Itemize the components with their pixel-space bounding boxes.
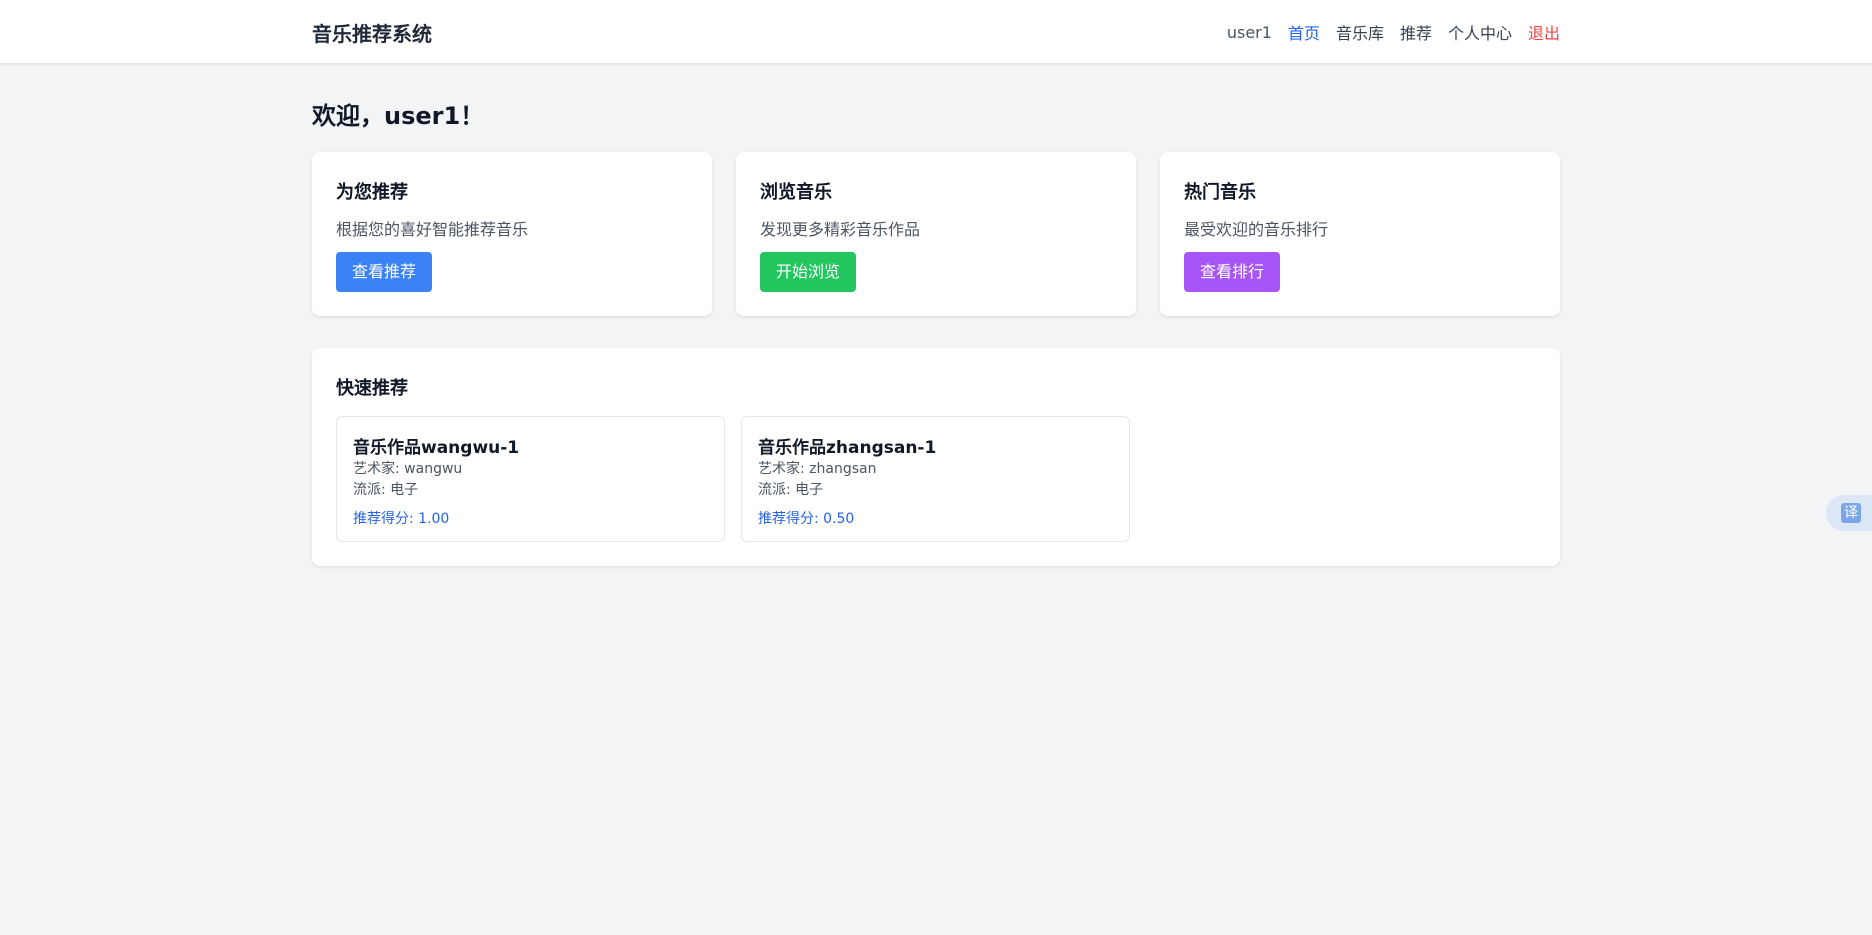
- card-title: 浏览音乐: [760, 182, 832, 203]
- top-navbar: 音乐推荐系统 user1 首页 音乐库 推荐 个人中心 退出: [0, 0, 1872, 64]
- nav-link-home[interactable]: 首页: [1288, 20, 1320, 44]
- brand-title[interactable]: 音乐推荐系统: [312, 18, 432, 47]
- nav-link-profile[interactable]: 个人中心: [1448, 20, 1512, 44]
- song-score: 推荐得分: 0.50: [758, 511, 855, 527]
- card-title: 为您推荐: [336, 182, 408, 203]
- song-title: 音乐作品wangwu-1: [353, 438, 520, 458]
- card-popular: 热门音乐 最受欢迎的音乐排行 查看排行: [1160, 152, 1560, 316]
- welcome-heading: 欢迎，user1！: [312, 102, 485, 130]
- card-description: 最受欢迎的音乐排行: [1184, 220, 1329, 239]
- song-genre: 流派: 电子: [758, 482, 824, 498]
- song-artist: 艺术家: wangwu: [353, 461, 463, 477]
- card-browse: 浏览音乐 发现更多精彩音乐作品 开始浏览: [736, 152, 1136, 316]
- nav-username: user1: [1226, 22, 1272, 42]
- nav-link-recommend[interactable]: 推荐: [1400, 20, 1432, 44]
- quick-recommend-panel: 快速推荐 音乐作品wangwu-1 艺术家: wangwu 流派: 电子 推荐得…: [312, 348, 1560, 566]
- nav-link-music-library[interactable]: 音乐库: [1336, 20, 1384, 44]
- song-card[interactable]: 音乐作品zhangsan-1 艺术家: zhangsan 流派: 电子 推荐得分…: [741, 416, 1130, 542]
- card-description: 发现更多精彩音乐作品: [760, 220, 921, 239]
- card-recommend: 为您推荐 根据您的喜好智能推荐音乐 查看推荐: [312, 152, 712, 316]
- nav-link-logout[interactable]: 退出: [1528, 20, 1560, 44]
- card-title: 热门音乐: [1184, 182, 1256, 203]
- nav-links: user1 首页 音乐库 推荐 个人中心 退出: [1227, 20, 1560, 44]
- view-ranking-button[interactable]: 查看排行: [1184, 252, 1280, 292]
- card-description: 根据您的喜好智能推荐音乐: [336, 220, 529, 239]
- song-title: 音乐作品zhangsan-1: [758, 438, 937, 458]
- song-card[interactable]: 音乐作品wangwu-1 艺术家: wangwu 流派: 电子 推荐得分: 1.…: [336, 416, 725, 542]
- translate-button[interactable]: 译: [1826, 495, 1872, 531]
- start-browse-button[interactable]: 开始浏览: [760, 252, 856, 292]
- panel-title: 快速推荐: [336, 378, 408, 399]
- view-recommend-button[interactable]: 查看推荐: [336, 252, 432, 292]
- song-genre: 流派: 电子: [353, 482, 419, 498]
- song-artist: 艺术家: zhangsan: [758, 461, 877, 477]
- song-score: 推荐得分: 1.00: [353, 511, 450, 527]
- translate-icon: 译: [1841, 503, 1861, 523]
